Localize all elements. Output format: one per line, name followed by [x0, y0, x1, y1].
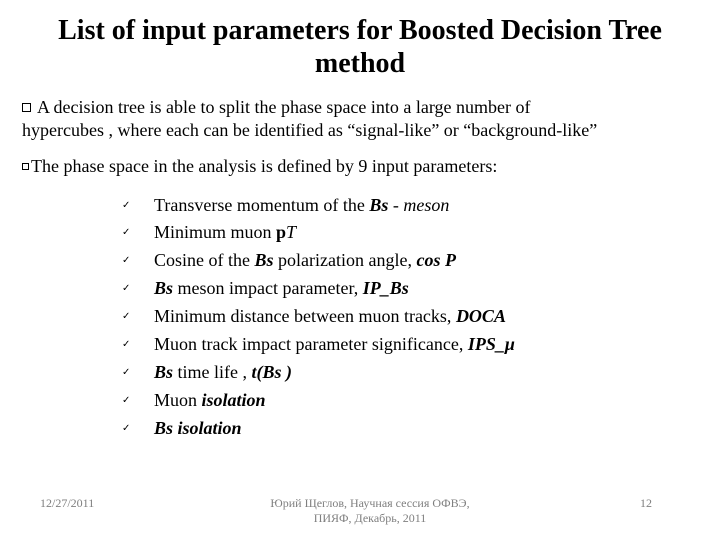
- paragraph-1-line-1: A decision tree is able to split the pha…: [37, 97, 531, 117]
- check-icon: ✓: [122, 303, 154, 325]
- text: T: [286, 222, 296, 242]
- footer: 12/27/2011 Юрий Щеглов, Научная сессия О…: [0, 496, 720, 526]
- footer-page-number: 12: [600, 496, 720, 511]
- text: Bs: [154, 278, 173, 298]
- item-text: Bs time life , t(Bs ): [154, 359, 698, 387]
- list-item: ✓ Muon isolation: [122, 387, 698, 415]
- text: IPS_μ: [468, 334, 515, 354]
- check-icon: ✓: [122, 359, 154, 381]
- text: isolation: [202, 390, 266, 410]
- item-text: Cosine of the Bs polarization angle, cos…: [154, 247, 698, 275]
- text: Minimum muon: [154, 222, 276, 242]
- text: meson impact parameter,: [173, 278, 363, 298]
- list-item: ✓ Transverse momentum of the Bs - meson: [122, 192, 698, 220]
- list-item: ✓ Cosine of the Bs polarization angle, c…: [122, 247, 698, 275]
- item-text: Minimum distance between muon tracks, DO…: [154, 303, 698, 331]
- text: IP_Bs: [363, 278, 409, 298]
- footer-center-line-1: Юрий Щеглов, Научная сессия ОФВЭ,: [270, 496, 469, 510]
- item-text: Minimum muon pT: [154, 219, 698, 247]
- check-icon: ✓: [122, 331, 154, 353]
- list-item: ✓ Bs isolation: [122, 415, 698, 443]
- text: Transverse momentum of the: [154, 195, 369, 215]
- list-item: ✓ Muon track impact parameter significan…: [122, 331, 698, 359]
- text: cos P: [416, 250, 456, 270]
- paragraph-1-line-2: hypercubes , where each can be identifie…: [22, 120, 597, 140]
- item-text: Muon track impact parameter significance…: [154, 331, 698, 359]
- item-text: Bs meson impact parameter, IP_Bs: [154, 275, 698, 303]
- item-text: Muon isolation: [154, 387, 698, 415]
- text: Muon track impact parameter significance…: [154, 334, 468, 354]
- footer-date: 12/27/2011: [0, 496, 140, 511]
- paragraph-2-text: The phase space in the analysis is defin…: [31, 156, 497, 176]
- item-text: Bs isolation: [154, 415, 698, 443]
- item-text: Transverse momentum of the Bs - meson: [154, 192, 698, 220]
- text: meson: [403, 195, 449, 215]
- list-item: ✓ Minimum muon pT: [122, 219, 698, 247]
- check-icon: ✓: [122, 415, 154, 437]
- slide-title: List of input parameters for Boosted Dec…: [22, 14, 698, 80]
- text: Bs: [369, 195, 388, 215]
- check-icon: ✓: [122, 387, 154, 409]
- text: Bs: [255, 250, 274, 270]
- list-item: ✓ Bs meson impact parameter, IP_Bs: [122, 275, 698, 303]
- text: -: [388, 195, 403, 215]
- check-icon: ✓: [122, 275, 154, 297]
- slide: List of input parameters for Boosted Dec…: [0, 0, 720, 540]
- text: Cosine of the: [154, 250, 255, 270]
- check-icon: ✓: [122, 219, 154, 241]
- text: Muon: [154, 390, 202, 410]
- square-bullet-icon: [22, 163, 29, 170]
- text: Minimum distance between muon tracks,: [154, 306, 456, 326]
- text: t(Bs ): [252, 362, 293, 382]
- text: polarization angle,: [274, 250, 417, 270]
- text: Bs: [154, 362, 173, 382]
- list-item: ✓ Minimum distance between muon tracks, …: [122, 303, 698, 331]
- footer-center-line-2: ПИЯФ, Декабрь, 2011: [314, 511, 427, 525]
- paragraph-1: A decision tree is able to split the pha…: [22, 96, 698, 141]
- square-bullet-icon: [22, 103, 31, 112]
- text: p: [276, 222, 286, 242]
- list-item: ✓ Bs time life , t(Bs ): [122, 359, 698, 387]
- check-icon: ✓: [122, 192, 154, 214]
- text: Bs isolation: [154, 418, 242, 438]
- text: DOCA: [456, 306, 506, 326]
- parameter-list: ✓ Transverse momentum of the Bs - meson …: [122, 192, 698, 443]
- check-icon: ✓: [122, 247, 154, 269]
- footer-center: Юрий Щеглов, Научная сессия ОФВЭ, ПИЯФ, …: [140, 496, 600, 526]
- text: time life ,: [173, 362, 251, 382]
- paragraph-2: The phase space in the analysis is defin…: [22, 155, 698, 178]
